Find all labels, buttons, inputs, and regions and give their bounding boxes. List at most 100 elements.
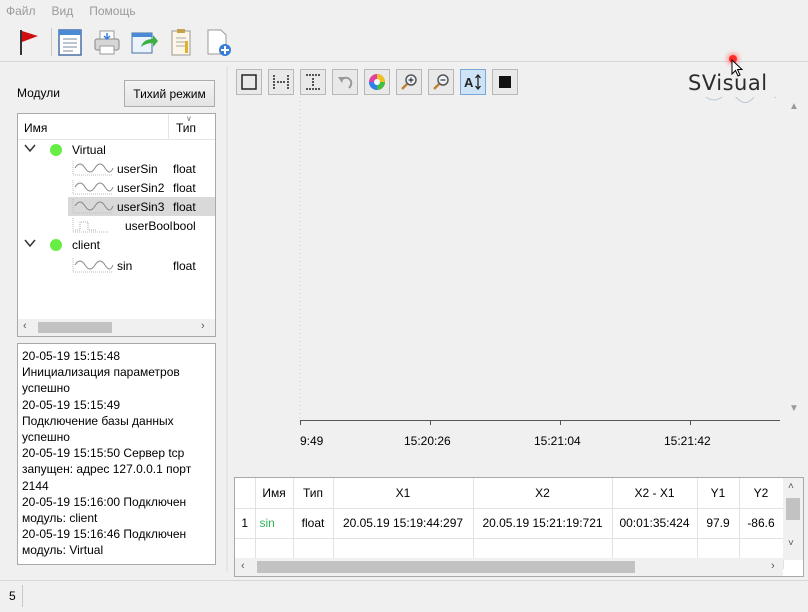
cell-y2[interactable]: -86.6 [739,508,784,539]
signal-type: float [173,181,196,195]
mouse-cursor-icon [731,59,744,77]
header-x1[interactable]: X1 [333,478,474,509]
status-bar: 5 [0,580,808,612]
log-line: 2144 [22,478,49,493]
header-y2[interactable]: Y2 [739,478,784,509]
pane-splitter[interactable] [226,66,228,572]
tree-item-usersin2[interactable]: userSin2 float [18,178,215,197]
cell-y1[interactable]: 97.9 [697,508,740,539]
x-tick [560,420,561,425]
tree-item-sin[interactable]: sin float [18,256,215,275]
stop-icon [499,76,511,88]
zoom-out-icon [433,74,449,90]
scrollbar-thumb[interactable] [38,322,112,333]
fit-horizontal-icon [273,75,289,89]
print-button[interactable] [91,26,123,58]
stop-button[interactable] [492,69,518,95]
header-name[interactable]: Имя [255,478,294,509]
menu-help[interactable]: Помощь [89,4,135,18]
cell-name[interactable]: sin [255,508,294,539]
tree-group-client[interactable]: client [18,235,215,254]
scroll-right-icon[interactable]: › [201,320,205,332]
undo-button[interactable] [332,69,358,95]
log-line: 20-05-19 15:15:50 Сервер tcp [22,446,185,461]
sine-wave-icon [72,161,114,176]
tree-header-name[interactable]: Имя [24,121,47,135]
cell-x1[interactable]: 20.05.19 15:19:44:297 [333,508,474,539]
scroll-left-icon[interactable]: ‹ [241,560,245,572]
flag-button[interactable] [12,26,44,58]
header-dx[interactable]: X2 - X1 [612,478,698,509]
status-separator [22,585,23,607]
header-type[interactable]: Тип [293,478,334,509]
cell-dx[interactable]: 00:01:35:424 [612,508,698,539]
chevron-down-icon[interactable] [24,142,36,154]
scroll-up-icon[interactable]: ˄ [788,481,794,492]
markers-table: Имя Тип X1 X2 X2 - X1 Y1 Y2 1 sin float … [234,477,804,577]
event-log: 20-05-19 15:15:48 Инициализация параметро… [17,343,216,565]
document-list-button[interactable] [54,26,86,58]
menu-view[interactable]: Вид [52,4,74,18]
cell-x2[interactable]: 20.05.19 15:21:19:721 [473,508,613,539]
scroll-right-icon[interactable]: › [771,560,775,572]
document-list-icon [58,28,82,56]
zoom-in-button[interactable] [396,69,422,95]
x-tick [300,420,301,425]
log-line: модуль: client [22,511,98,526]
scroll-down-icon[interactable]: ˅ [788,538,794,549]
table-vertical-scrollbar[interactable]: ˄ ˅ [783,478,803,560]
left-pane: Модули Тихий режим Имя Тип ∨ Virtual use… [0,66,226,572]
svg-text:A: A [464,75,474,90]
fit-vertical-icon [306,74,320,90]
scroll-up-icon[interactable]: ▲ [789,101,799,112]
menu-file[interactable]: Файл [6,4,36,18]
color-wheel-button[interactable] [364,69,390,95]
clipboard-button[interactable] [165,26,197,58]
color-wheel-icon [369,74,385,90]
quiet-mode-button[interactable]: Тихий режим [124,80,215,107]
header-y1[interactable]: Y1 [697,478,740,509]
add-document-button[interactable] [202,26,234,58]
scrollbar-thumb[interactable] [257,561,635,573]
tree-item-usersin[interactable]: userSin float [18,159,215,178]
markers-grid: Имя Тип X1 X2 X2 - X1 Y1 Y2 1 sin float … [235,478,784,569]
modules-label: Модули [17,86,60,100]
group-name: client [72,238,101,252]
x-tick [690,420,691,425]
status-dot-icon [50,144,62,156]
row-number: 1 [235,508,256,539]
fit-vertical-button[interactable] [300,69,326,95]
plot-vertical-scrollbar[interactable]: ▲ ▼ [785,97,803,420]
sine-wave-icon [72,199,114,214]
scroll-down-icon[interactable]: ▼ [789,403,799,414]
tree-horizontal-scrollbar[interactable]: ‹ › [18,319,215,336]
signal-name: userSin [117,162,158,176]
brand-logo: SVisual [688,71,768,95]
signal-type: bool [173,219,196,233]
add-document-icon [207,29,231,56]
log-line: успешно [22,430,70,445]
log-line: запущен: адрес 127.0.0.1 порт [22,462,192,477]
table-horizontal-scrollbar[interactable]: ‹ › [235,558,783,576]
cell-type[interactable]: float [293,508,334,539]
signal-type: float [173,200,196,214]
chevron-down-icon[interactable] [24,237,36,249]
scroll-left-icon[interactable]: ‹ [23,320,27,332]
fit-horizontal-button[interactable] [268,69,294,95]
tree-group-virtual[interactable]: Virtual [18,140,215,159]
header-x2[interactable]: X2 [473,478,613,509]
tree-item-userbool[interactable]: userBool bool [18,216,215,235]
tree-item-usersin3[interactable]: userSin3 float [18,197,215,216]
x-axis-line [300,420,780,421]
zoom-out-button[interactable] [428,69,454,95]
export-button[interactable] [128,26,160,58]
auto-scale-button[interactable]: A [460,69,486,95]
scrollbar-thumb[interactable] [786,498,800,520]
select-rect-button[interactable] [236,69,262,95]
x-tick-label: 15:21:42 [664,434,711,448]
x-tick-label: 15:20:26 [404,434,451,448]
plot-area[interactable] [236,97,804,465]
modules-tree[interactable]: Имя Тип ∨ Virtual userSin float userSin2… [17,113,216,337]
table-row[interactable]: 1 sin float 20.05.19 15:19:44:297 20.05.… [235,508,784,539]
tree-header-type[interactable]: Тип [176,121,196,135]
